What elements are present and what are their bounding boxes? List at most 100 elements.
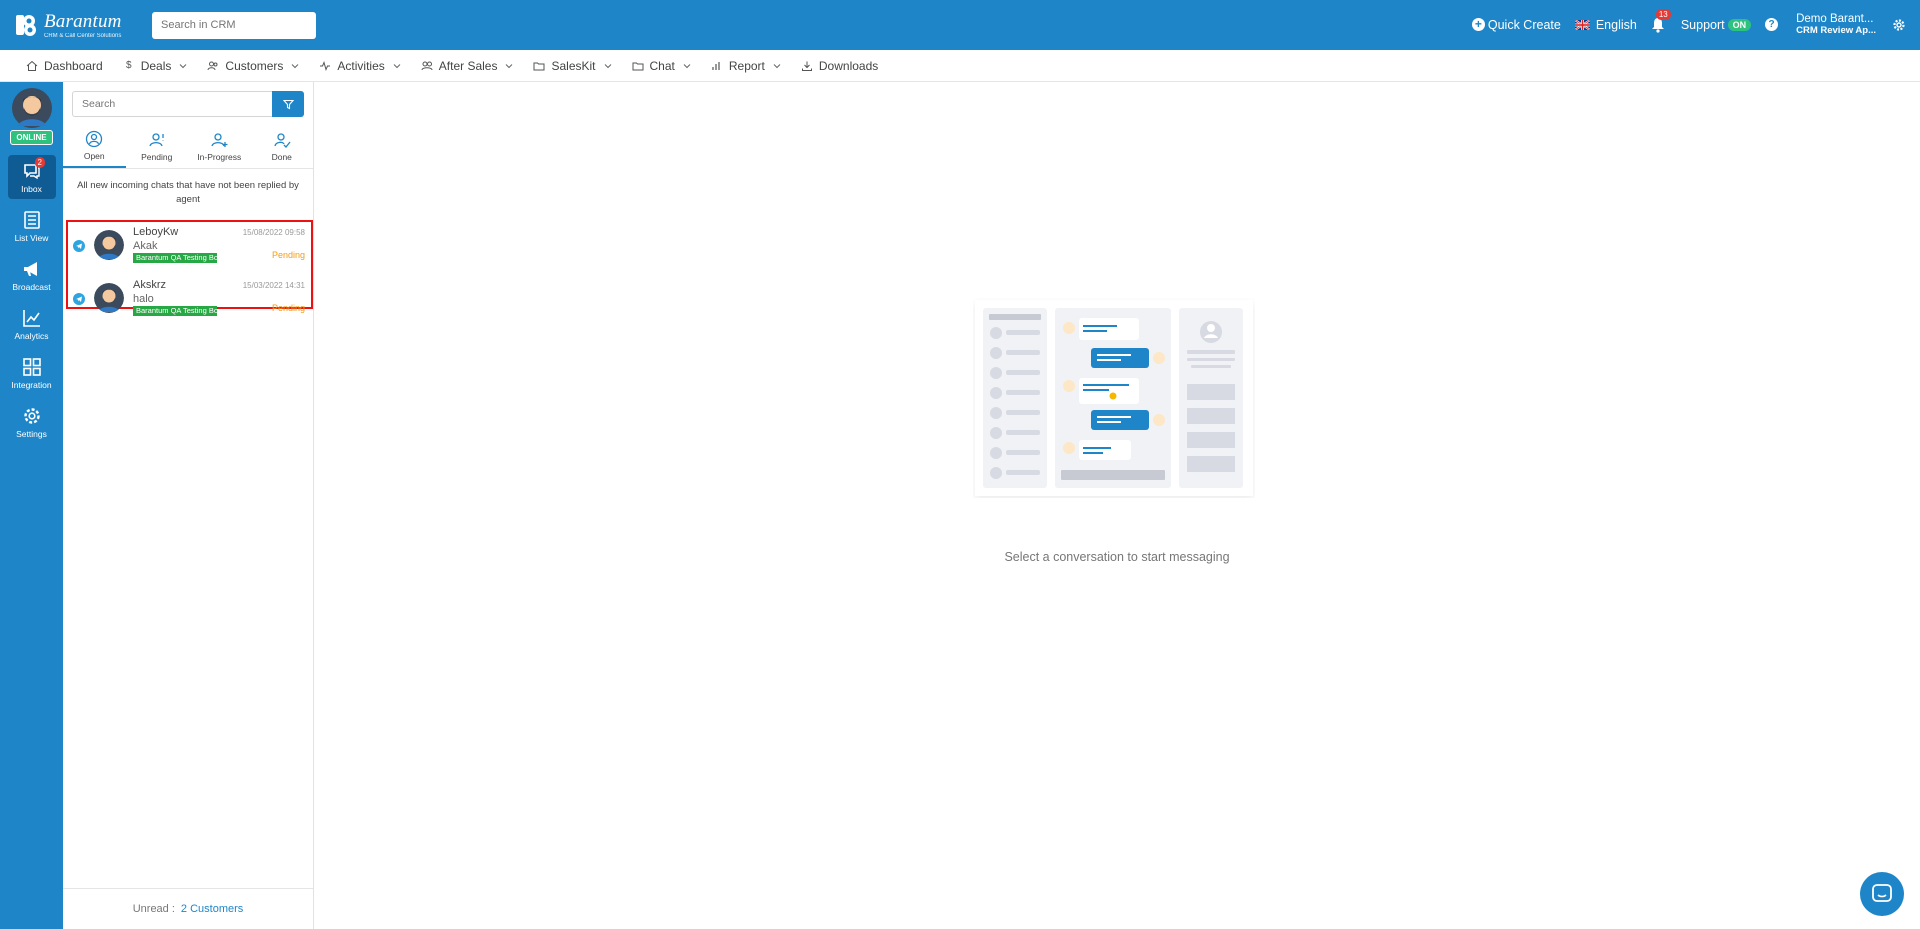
chevron-down-icon — [604, 63, 611, 68]
conversation-area: Select a conversation to start messaging — [315, 82, 1920, 929]
tab-label: In-Progress — [197, 152, 242, 162]
support-label: Support — [1680, 17, 1725, 32]
help-icon: ? — [1765, 18, 1779, 32]
user-check-icon — [274, 133, 291, 148]
nav-customers[interactable]: Customers — [207, 59, 299, 73]
nav-after-sales[interactable]: After Sales — [421, 59, 514, 73]
nav-activities[interactable]: Activities — [319, 58, 401, 73]
chat-timestamp: 15/03/2022 14:31 — [242, 281, 305, 290]
user-circle-icon — [86, 130, 103, 148]
support-status-badge: ON — [1727, 18, 1752, 31]
nav-label: Activities — [337, 58, 385, 73]
chat-list-panel: Open Pending In-Progress Done All new in… — [63, 82, 314, 929]
chat-status-tabs: Open Pending In-Progress Done — [63, 125, 313, 169]
plus-circle-icon: + — [1471, 18, 1485, 32]
grid-icon — [22, 358, 41, 376]
agent-avatar[interactable] — [11, 88, 52, 128]
chat-status-label: Pending — [271, 250, 305, 260]
help-button[interactable]: ? — [1765, 18, 1779, 32]
notifications-button[interactable]: 13 — [1651, 8, 1671, 33]
nav-saleskit[interactable]: SalesKit — [533, 59, 611, 73]
chat-timestamp: 15/08/2022 09:58 — [242, 228, 305, 237]
after-sales-icon — [421, 61, 433, 70]
support-toggle[interactable]: Support ON — [1680, 17, 1752, 32]
sidebar-item-integration[interactable]: Integration — [8, 351, 56, 395]
language-label: English — [1595, 17, 1637, 32]
customer-avatar — [94, 230, 124, 260]
chat-list-item[interactable]: LeboyKw 15/08/2022 09:58 Akak Barantum Q… — [68, 222, 311, 275]
sidebar-item-analytics[interactable]: Analytics — [8, 302, 56, 346]
nav-label: Chat — [649, 58, 675, 73]
filter-button[interactable] — [272, 91, 304, 117]
chevron-down-icon — [773, 63, 781, 68]
brand-name: Barantum — [44, 10, 122, 32]
users-icon — [207, 61, 218, 70]
top-bar: Barantum CRM & Call Center Solutions + Q… — [0, 0, 1920, 50]
user-add-icon — [211, 133, 228, 147]
empty-conversation-illustration — [975, 300, 1253, 496]
settings-gear-icon[interactable] — [1892, 18, 1906, 32]
brand-tagline: CRM & Call Center Solutions — [44, 32, 122, 39]
tab-description: All new incoming chats that have not bee… — [77, 180, 299, 205]
user-pending-icon — [149, 133, 164, 147]
chevron-down-icon — [180, 63, 187, 68]
chevron-down-icon — [683, 63, 691, 68]
gear-icon — [23, 408, 40, 424]
chevron-down-icon — [506, 63, 513, 68]
chevron-down-icon — [292, 63, 299, 68]
nav-label: Deals — [140, 58, 172, 73]
chat-status-label: Pending — [271, 303, 305, 313]
tab-label: Done — [271, 152, 292, 162]
tab-label: Pending — [141, 152, 173, 162]
quick-create-label: Quick Create — [1487, 17, 1561, 32]
nav-dashboard[interactable]: Dashboard — [26, 59, 103, 73]
sidebar-item-broadcast[interactable]: Broadcast — [8, 253, 56, 297]
sidebar-item-label: Integration — [11, 380, 52, 390]
telegram-icon — [73, 293, 85, 305]
tab-pending[interactable]: Pending — [126, 125, 189, 168]
nav-downloads[interactable]: Downloads — [801, 59, 878, 73]
tab-done[interactable]: Done — [251, 125, 314, 168]
tab-open[interactable]: Open — [63, 125, 126, 168]
language-selector[interactable]: English — [1574, 17, 1637, 32]
tab-in-progress[interactable]: In-Progress — [188, 125, 251, 168]
brand-logo[interactable]: Barantum CRM & Call Center Solutions — [14, 12, 138, 39]
chevron-down-icon — [393, 63, 401, 68]
user-menu[interactable]: Demo Barant... CRM Review Ap... — [1796, 13, 1876, 37]
sidebar-item-label: Broadcast — [12, 282, 51, 292]
sidebar-item-label: Inbox — [21, 184, 42, 194]
quick-create-button[interactable]: + Quick Create — [1471, 17, 1561, 32]
nav-label: After Sales — [438, 58, 498, 73]
nav-label: Customers — [225, 58, 284, 73]
sidebar-item-inbox[interactable]: 2 Inbox — [7, 155, 56, 199]
nav-report[interactable]: Report — [711, 59, 781, 73]
folder-icon — [632, 62, 643, 70]
support-chat-button[interactable] — [1860, 872, 1904, 916]
filter-icon — [282, 99, 294, 109]
download-icon — [801, 61, 812, 71]
online-status-badge[interactable]: ONLINE — [10, 130, 53, 145]
user-company: CRM Review Ap... — [1796, 25, 1876, 37]
unread-count-link[interactable]: 2 Customers — [181, 903, 243, 915]
chat-search-input[interactable] — [72, 91, 272, 117]
list-icon — [23, 211, 40, 229]
activity-icon — [320, 60, 331, 71]
sidebar-item-label: List View — [14, 233, 49, 243]
chat-channel-tag: Barantum QA Testing Bo — [133, 253, 217, 263]
uk-flag-icon — [1574, 19, 1590, 30]
sidebar-item-settings[interactable]: Settings — [8, 400, 56, 444]
nav-label: SalesKit — [551, 58, 596, 73]
chat-bubble-icon — [1872, 884, 1892, 902]
notification-count-badge: 13 — [1655, 8, 1671, 20]
nav-deals[interactable]: $ Deals — [123, 59, 188, 73]
sidebar-item-list-view[interactable]: List View — [8, 204, 56, 248]
megaphone-icon — [23, 262, 37, 276]
chat-list-item[interactable]: Akskrz 15/03/2022 14:31 halo Barantum QA… — [68, 275, 311, 327]
chat-sidebar: ONLINE 2 Inbox List View Broadcast Analy… — [0, 82, 63, 929]
nav-chat[interactable]: Chat — [632, 59, 691, 73]
tab-label: Open — [83, 151, 105, 161]
crm-search-input[interactable] — [152, 11, 316, 39]
empty-state-message: Select a conversation to start messaging — [1004, 550, 1230, 564]
sidebar-item-label: Analytics — [14, 331, 49, 341]
folder-icon — [533, 62, 545, 70]
